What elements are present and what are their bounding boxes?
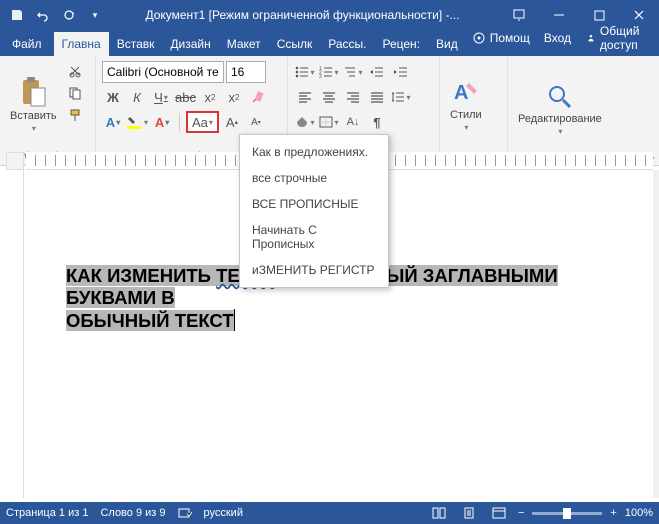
shading-button[interactable]: ▾ — [294, 111, 316, 133]
italic-button[interactable]: К — [126, 86, 148, 108]
line-spacing-button[interactable]: ▾ — [390, 86, 412, 108]
tell-me-label: Помощ — [490, 31, 530, 45]
view-print-icon[interactable] — [458, 503, 480, 523]
tab-insert[interactable]: Вставк — [109, 32, 163, 56]
status-language[interactable]: русский — [204, 507, 243, 519]
styles-label: Стили — [450, 109, 482, 121]
justify-button[interactable] — [366, 86, 388, 108]
bullets-button[interactable]: ▾ — [294, 61, 316, 83]
case-uppercase[interactable]: ВСЕ ПРОПИСНЫЕ — [240, 191, 388, 217]
case-lowercase[interactable]: все строчные — [240, 165, 388, 191]
align-right-button[interactable] — [342, 86, 364, 108]
change-case-button[interactable]: Aa▾ — [186, 111, 219, 133]
editing-button[interactable]: Редактирование ▾ — [512, 59, 608, 160]
status-spellcheck-icon[interactable] — [178, 506, 192, 520]
tell-me-button[interactable]: Помощ — [466, 27, 536, 49]
vertical-scrollbar[interactable] — [653, 170, 659, 498]
cut-icon[interactable] — [65, 61, 85, 81]
numbering-button[interactable]: 123▾ — [318, 61, 340, 83]
editing-label: Редактирование — [518, 113, 602, 125]
view-read-icon[interactable] — [428, 503, 450, 523]
zoom-in-button[interactable]: + — [610, 507, 616, 519]
multilevel-list-button[interactable]: ▾ — [342, 61, 364, 83]
subscript-button[interactable]: x2 — [199, 86, 221, 108]
login-button[interactable]: Вход — [538, 27, 577, 49]
zoom-level[interactable]: 100% — [625, 507, 653, 519]
clear-format-icon[interactable] — [247, 86, 269, 108]
change-case-label: Aa — [192, 115, 208, 130]
show-marks-button[interactable]: ¶ — [366, 111, 388, 133]
tab-review[interactable]: Рецен: — [374, 32, 428, 56]
ribbon-tabs: Файл Главна Вставк Дизайн Макет Ссылк Ра… — [0, 30, 659, 56]
align-center-button[interactable] — [318, 86, 340, 108]
text-cursor — [234, 309, 235, 331]
status-bar: Страница 1 из 1 Слово 9 из 9 русский − +… — [0, 502, 659, 524]
align-left-button[interactable] — [294, 86, 316, 108]
status-page[interactable]: Страница 1 из 1 — [6, 507, 88, 519]
borders-button[interactable]: ▾ — [318, 111, 340, 133]
decrease-indent-button[interactable] — [366, 61, 388, 83]
view-web-icon[interactable] — [488, 503, 510, 523]
copy-icon[interactable] — [65, 83, 85, 103]
grow-font-button[interactable]: A▴ — [221, 111, 243, 133]
text-effects-button[interactable]: A▾ — [102, 111, 124, 133]
svg-text:3: 3 — [319, 74, 322, 78]
tab-design[interactable]: Дизайн — [162, 32, 218, 56]
chevron-down-icon: ▾ — [464, 123, 468, 132]
login-label: Вход — [544, 31, 571, 45]
zoom-thumb[interactable] — [563, 508, 571, 519]
styles-button[interactable]: A Стили ▾ — [444, 59, 488, 149]
strikethrough-button[interactable]: abc — [174, 86, 197, 108]
tab-file[interactable]: Файл — [0, 32, 54, 56]
status-words[interactable]: Слово 9 из 9 — [100, 507, 165, 519]
font-name-select[interactable] — [102, 61, 224, 83]
shrink-font-button[interactable]: A▾ — [245, 111, 267, 133]
share-label: Общий доступ — [600, 24, 646, 52]
tab-layout[interactable]: Макет — [219, 32, 269, 56]
highlight-button[interactable]: ▾ — [126, 111, 149, 133]
case-sentence[interactable]: Как в предложениях. — [240, 139, 388, 165]
case-capitalize[interactable]: Начинать С Прописных — [240, 217, 388, 257]
zoom-slider[interactable] — [532, 512, 602, 515]
tab-view[interactable]: Вид — [428, 32, 466, 56]
case-toggle[interactable]: иЗМЕНИТЬ РЕГИСТР — [240, 257, 388, 283]
tab-references[interactable]: Ссылк — [269, 32, 321, 56]
ruler-corner — [6, 152, 24, 170]
save-icon[interactable] — [6, 4, 28, 26]
vertical-ruler[interactable] — [6, 170, 24, 498]
zoom-out-button[interactable]: − — [518, 507, 524, 519]
font-size-select[interactable] — [226, 61, 266, 83]
tab-home[interactable]: Главна — [54, 32, 109, 56]
font-color-button[interactable]: A▾ — [151, 111, 173, 133]
paste-label: Вставить — [10, 110, 57, 122]
format-painter-icon[interactable] — [65, 105, 85, 125]
superscript-button[interactable]: x2 — [223, 86, 245, 108]
paste-button[interactable]: Вставить ▾ — [4, 59, 63, 149]
change-case-menu: Как в предложениях. все строчные ВСЕ ПРО… — [239, 134, 389, 288]
share-button[interactable]: Общий доступ — [579, 20, 654, 56]
svg-text:A: A — [454, 82, 468, 104]
underline-button[interactable]: Ч▾ — [150, 86, 172, 108]
qat-customize-icon[interactable]: ▾ — [84, 4, 106, 26]
chevron-down-icon: ▾ — [32, 124, 36, 133]
undo-icon[interactable] — [32, 4, 54, 26]
window-title: Документ1 [Режим ограниченной функционал… — [106, 8, 499, 22]
redo-icon[interactable] — [58, 4, 80, 26]
sort-button[interactable]: А↓ — [342, 111, 364, 133]
chevron-down-icon: ▾ — [558, 127, 562, 136]
increase-indent-button[interactable] — [390, 61, 412, 83]
bold-button[interactable]: Ж — [102, 86, 124, 108]
tab-mailings[interactable]: Рассы. — [320, 32, 374, 56]
